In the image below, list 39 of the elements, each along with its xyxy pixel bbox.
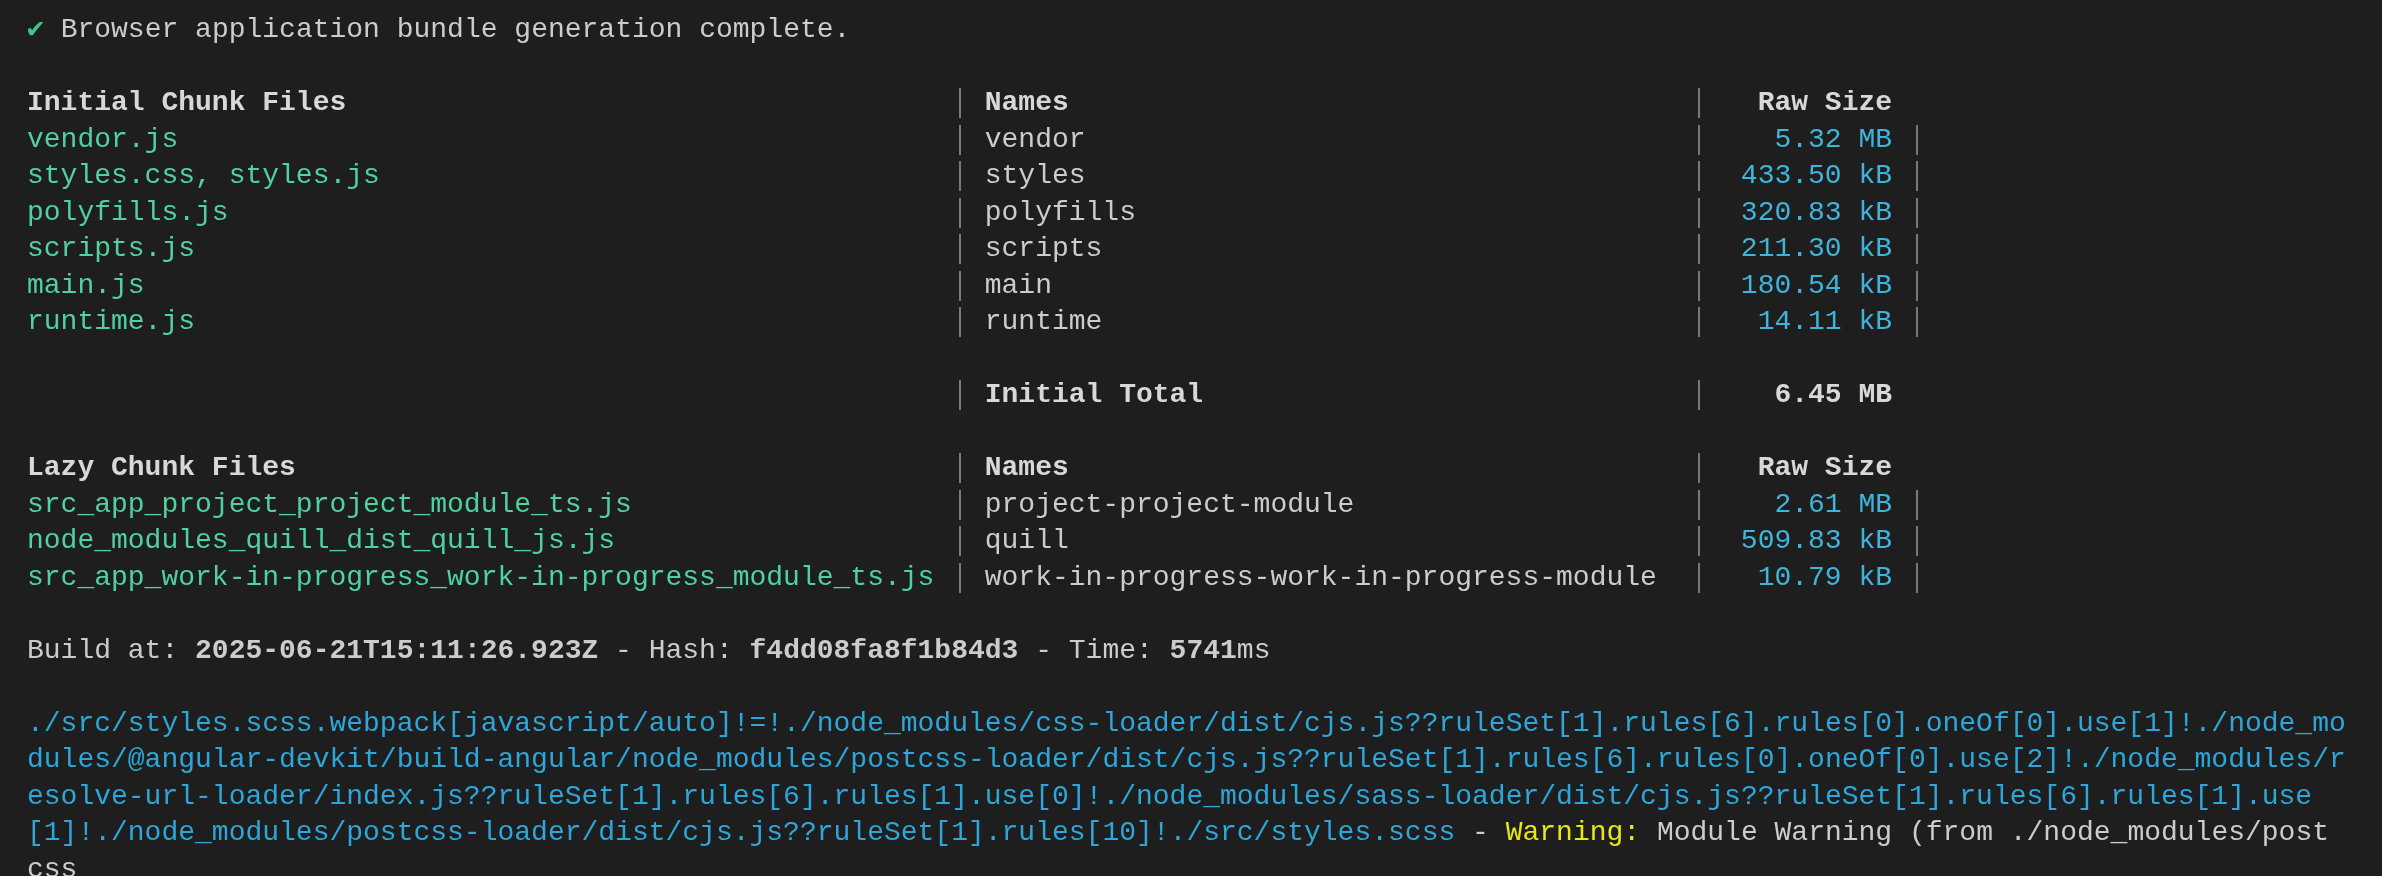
chunk-name: main — [984, 268, 1052, 303]
file-name: main.js — [27, 268, 145, 303]
status-message: Browser application bundle generation complete. — [60, 13, 851, 47]
check-icon: ✔ — [27, 12, 44, 49]
raw-size: 6.45 MB — [1774, 378, 1893, 412]
raw-size: 14.11 kB — [1757, 305, 1893, 339]
file-name: styles.css, styles.js — [27, 159, 380, 193]
raw-size: Raw Size — [1757, 86, 1893, 120]
raw-size: 2.61 MB — [1774, 487, 1893, 522]
chunk-name: quill — [984, 524, 1069, 558]
warning-message: ./src/styles.scss.webpack[javascript/auto]!=!./node_modules/css-loader/dist/cjs.js??ruleSet[1].rules[6].rules[0].oneOf[0].use[1]!./node_modules/@angular-devkit/build-angular/node_modules/postcss-loader/dist/cjs.js??ruleSet[1].rules[6].rules[0].oneOf[0].use[2]!./node_modules/resolve-url-loader/index.js??ruleSet[1].rules[6].rules[1].use[0]!./node_modules/sass-loader/dist/cjs.js??ruleSet[1].rules[6].rules[1].use[1]!./node_modules/postcss-loader/dist/cjs.js??ruleSet[1].rules[10]!./src/styles.scss - Warning: Module Warning (from ./node_modules/postcss — [27, 706, 2346, 876]
file-name: scripts.js — [27, 232, 196, 266]
chunk-name: vendor — [984, 122, 1086, 157]
chunk-name: scripts — [984, 232, 1103, 266]
chunk-name: runtime — [984, 305, 1103, 339]
file-name: src_app_project_project_module_ts.js — [27, 487, 632, 522]
file-name: Lazy Chunk Files — [27, 451, 296, 485]
file-name: Initial Chunk Files — [27, 86, 347, 120]
file-name: vendor.js — [27, 122, 179, 157]
chunk-name: work-in-progress-work-in-progress-module — [984, 560, 1657, 595]
chunk-name: Names — [984, 451, 1069, 485]
raw-size: 180.54 kB — [1740, 268, 1893, 303]
file-name: src_app_work-in-progress_work-in-progress_module_ts.js — [27, 560, 935, 595]
file-name: node_modules_quill_dist_quill_js.js — [27, 524, 616, 558]
raw-size: Raw Size — [1757, 451, 1893, 485]
raw-size: 433.50 kB — [1740, 159, 1893, 193]
file-name: runtime.js — [27, 305, 196, 339]
raw-size: 10.79 kB — [1757, 560, 1893, 595]
file-name: polyfills.js — [27, 195, 229, 230]
raw-size: 509.83 kB — [1740, 524, 1893, 558]
chunk-name: Names — [984, 86, 1069, 120]
build-info: Build at: 2025-06-21T15:11:26.923Z - Hash: f4dd08fa8f1b84d3 - Time: 5741ms — [27, 634, 1271, 666]
chunk-name: project-project-module — [984, 487, 1355, 522]
chunk-name: polyfills — [984, 195, 1136, 230]
raw-size: 320.83 kB — [1740, 195, 1893, 230]
raw-size: 5.32 MB — [1774, 122, 1893, 157]
chunk-name: Initial Total — [984, 378, 1204, 412]
chunk-name: styles — [984, 159, 1086, 193]
raw-size: 211.30 kB — [1740, 232, 1893, 266]
